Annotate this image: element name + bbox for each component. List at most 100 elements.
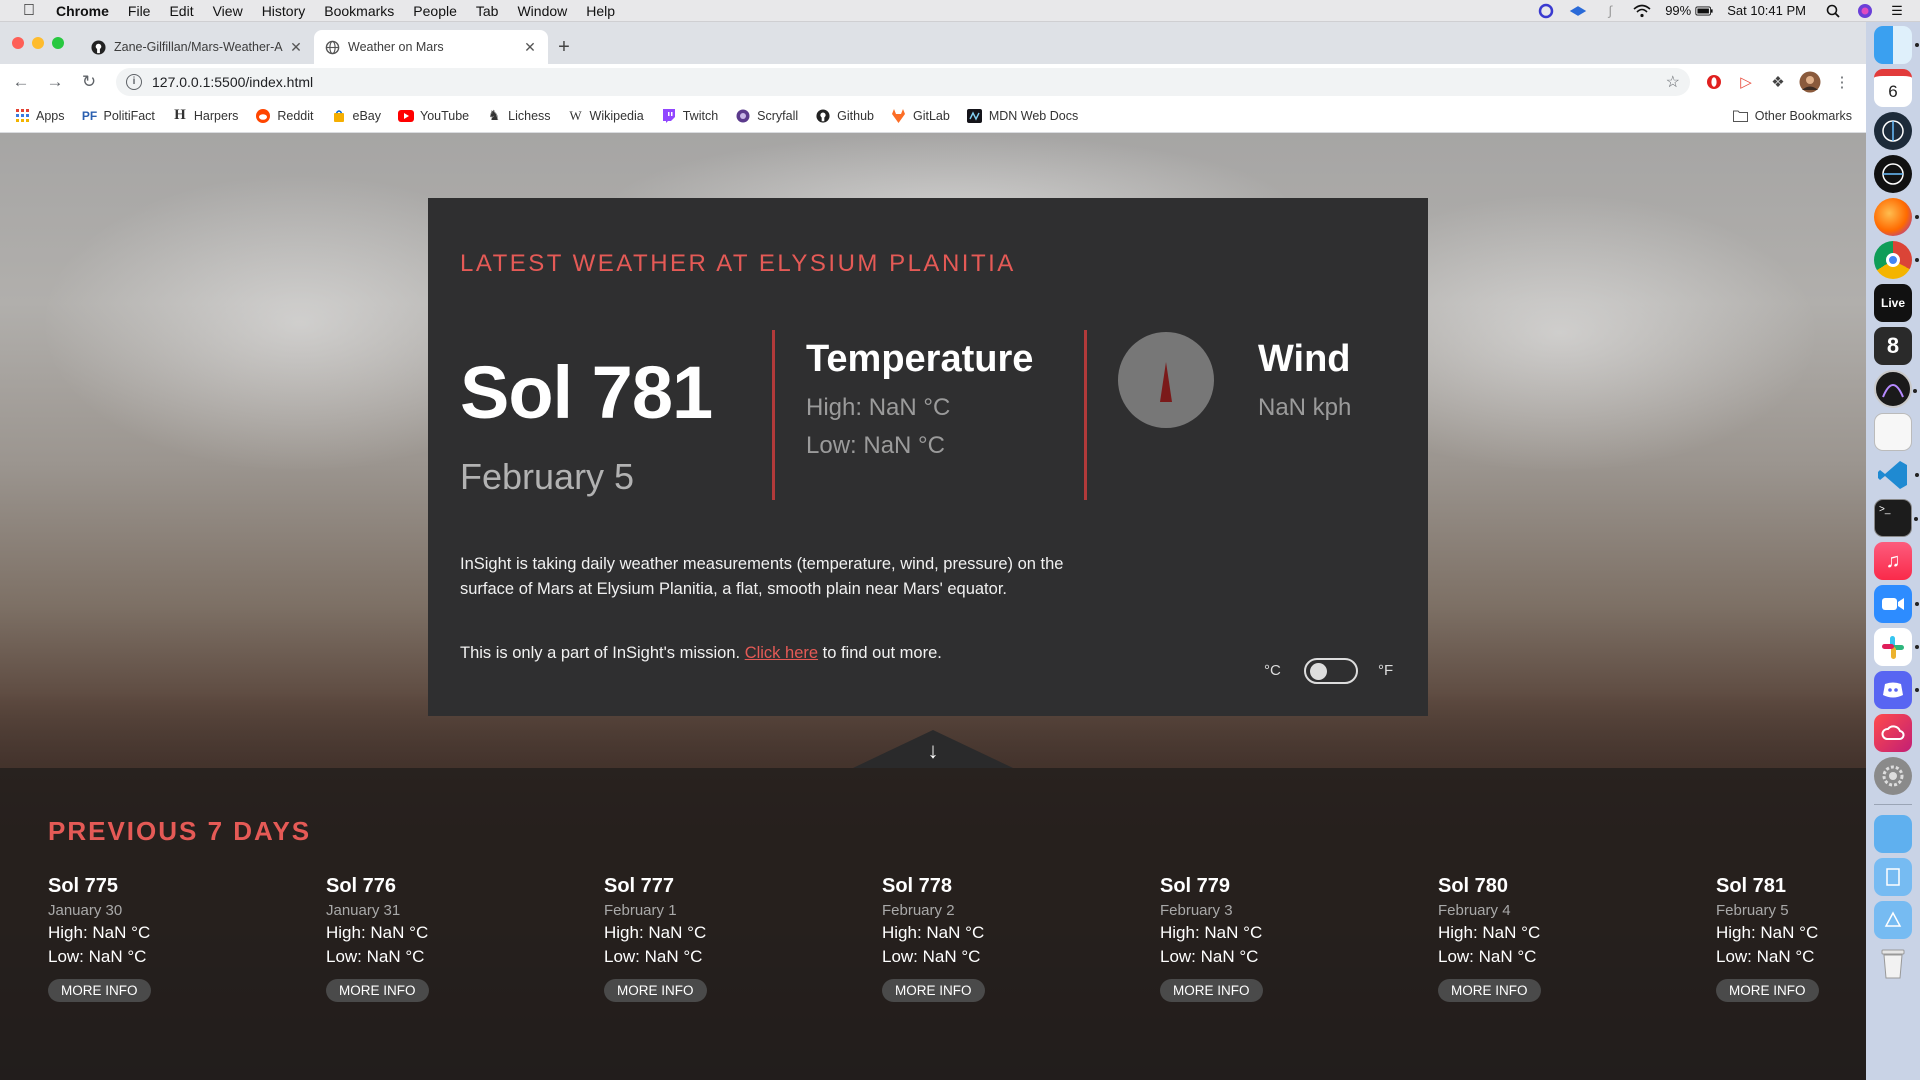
- forward-button[interactable]: →: [42, 69, 68, 95]
- tab-github[interactable]: Zane-Gilfillan/Mars-Weather-A ✕: [80, 30, 314, 64]
- terminal-icon[interactable]: >_: [1874, 499, 1918, 537]
- previous-day-high: High: NaN °C: [604, 923, 707, 942]
- tab-weather-on-mars[interactable]: Weather on Mars ✕: [314, 30, 548, 64]
- extensions-puzzle-icon[interactable]: ❖: [1764, 68, 1792, 96]
- creative-cloud-icon[interactable]: [1874, 714, 1912, 752]
- bookmark-ebay[interactable]: eBay: [331, 108, 381, 124]
- menu-people[interactable]: People: [413, 3, 457, 19]
- textedit-icon[interactable]: [1874, 413, 1912, 451]
- bookmark-lichess[interactable]: ♞ Lichess: [486, 107, 551, 124]
- vpn-status-icon[interactable]: [1569, 3, 1587, 19]
- music-icon[interactable]: ♫: [1874, 542, 1912, 580]
- bookmark-mdn[interactable]: MDN Web Docs: [967, 108, 1078, 124]
- bookmark-politifact[interactable]: PF PolitiFact: [82, 108, 155, 124]
- bookmark-twitch[interactable]: Twitch: [661, 108, 718, 124]
- lichess-icon: ♞: [487, 107, 501, 123]
- network-radar-icon[interactable]: [1874, 112, 1912, 150]
- menubar-clock[interactable]: Sat 10:41 PM: [1727, 3, 1806, 18]
- slack-icon[interactable]: [1874, 628, 1919, 666]
- click-here-link[interactable]: Click here: [745, 644, 818, 662]
- bookmark-youtube[interactable]: YouTube: [398, 108, 469, 124]
- applications-folder-icon[interactable]: [1874, 815, 1912, 853]
- menu-bookmarks[interactable]: Bookmarks: [324, 3, 394, 19]
- menu-history[interactable]: History: [262, 3, 306, 19]
- menu-window[interactable]: Window: [517, 3, 567, 19]
- sync-status-icon[interactable]: [1537, 3, 1555, 19]
- battery-icon[interactable]: [1695, 3, 1713, 19]
- menu-tab[interactable]: Tab: [476, 3, 499, 19]
- folder-icon: [1733, 108, 1749, 124]
- ableton-live-icon[interactable]: Live: [1874, 284, 1912, 322]
- previous-day-date: February 3: [1160, 902, 1233, 919]
- bookmark-apps[interactable]: Apps: [14, 108, 65, 124]
- current-date: February 5: [460, 456, 635, 497]
- logic-pro-icon[interactable]: [1874, 370, 1917, 408]
- reload-button[interactable]: ↻: [76, 69, 102, 95]
- finder-icon[interactable]: [1874, 26, 1919, 64]
- more-info-button[interactable]: MORE INFO: [882, 979, 985, 1002]
- browser-menu-icon[interactable]: ⋮: [1828, 68, 1856, 96]
- network-utility-icon[interactable]: [1874, 155, 1912, 193]
- bookmark-harpers[interactable]: H Harpers: [172, 107, 238, 124]
- menu-view[interactable]: View: [213, 3, 243, 19]
- apple-menu-icon[interactable]: : [18, 2, 40, 20]
- menu-app-name[interactable]: Chrome: [56, 3, 109, 19]
- more-info-button[interactable]: MORE INFO: [1160, 979, 1263, 1002]
- more-info-button[interactable]: MORE INFO: [48, 979, 151, 1002]
- firefox-icon[interactable]: [1874, 198, 1919, 236]
- audio-app-icon[interactable]: 8: [1874, 327, 1912, 365]
- previous-day-high: High: NaN °C: [1160, 923, 1263, 942]
- close-window-button[interactable]: [12, 37, 24, 49]
- url-text[interactable]: 127.0.0.1:5500/index.html: [152, 74, 1666, 90]
- zoom-window-button[interactable]: [52, 37, 64, 49]
- downloads-folder-icon[interactable]: [1874, 901, 1912, 939]
- menu-edit[interactable]: Edit: [169, 3, 193, 19]
- bookmark-label: Other Bookmarks: [1754, 108, 1852, 123]
- bookmark-scryfall[interactable]: Scryfall: [735, 108, 798, 124]
- new-tab-button[interactable]: +: [548, 30, 580, 64]
- bluetooth-icon[interactable]: ∫: [1601, 3, 1619, 19]
- opera-extension-icon[interactable]: [1700, 68, 1728, 96]
- minimize-window-button[interactable]: [32, 37, 44, 49]
- bookmark-star-icon[interactable]: ☆: [1666, 72, 1680, 92]
- bookmark-wikipedia[interactable]: W Wikipedia: [568, 108, 643, 124]
- bookmark-reddit[interactable]: Reddit: [255, 108, 314, 124]
- more-info-button[interactable]: MORE INFO: [326, 979, 429, 1002]
- more-info-button[interactable]: MORE INFO: [1716, 979, 1819, 1002]
- globe-icon: [324, 39, 340, 55]
- menu-file[interactable]: File: [128, 3, 151, 19]
- vscode-icon[interactable]: [1874, 456, 1919, 494]
- unit-toggle-switch[interactable]: [1304, 658, 1358, 684]
- system-preferences-icon[interactable]: [1874, 757, 1912, 795]
- back-button[interactable]: ←: [8, 69, 34, 95]
- trash-icon[interactable]: [1874, 944, 1912, 982]
- spotlight-search-icon[interactable]: [1824, 3, 1842, 19]
- previous-day-date: February 2: [882, 902, 955, 919]
- other-bookmarks[interactable]: Other Bookmarks: [1733, 108, 1852, 124]
- close-tab-icon[interactable]: ✕: [288, 39, 304, 56]
- apps-grid-icon: [14, 108, 30, 124]
- more-info-button[interactable]: MORE INFO: [1438, 979, 1541, 1002]
- browser-toolbar: ← → ↻ i 127.0.0.1:5500/index.html ☆ ▷ ❖ …: [0, 64, 1866, 99]
- wifi-icon[interactable]: [1633, 3, 1651, 19]
- bookmark-label: Reddit: [277, 108, 314, 123]
- bookmark-gitlab[interactable]: GitLab: [891, 108, 950, 124]
- documents-folder-icon[interactable]: [1874, 858, 1912, 896]
- menu-help[interactable]: Help: [586, 3, 615, 19]
- bookmark-github[interactable]: Github: [815, 108, 874, 124]
- siri-icon[interactable]: [1856, 3, 1874, 19]
- profile-avatar[interactable]: [1796, 68, 1824, 96]
- discord-icon[interactable]: [1874, 671, 1919, 709]
- close-tab-icon[interactable]: ✕: [522, 39, 538, 56]
- calendar-icon[interactable]: 6: [1874, 69, 1912, 107]
- window-controls: [12, 37, 64, 49]
- calendar-day: 6: [1888, 81, 1898, 101]
- address-bar[interactable]: i 127.0.0.1:5500/index.html ☆: [116, 67, 1690, 96]
- notification-center-icon[interactable]: ☰: [1888, 3, 1906, 19]
- zoom-icon[interactable]: [1874, 585, 1919, 623]
- cast-extension-icon[interactable]: ▷: [1732, 68, 1760, 96]
- more-info-button[interactable]: MORE INFO: [604, 979, 707, 1002]
- chrome-icon[interactable]: [1874, 241, 1919, 279]
- site-info-icon[interactable]: i: [126, 73, 142, 90]
- arrow-down-icon[interactable]: ↓: [917, 738, 949, 764]
